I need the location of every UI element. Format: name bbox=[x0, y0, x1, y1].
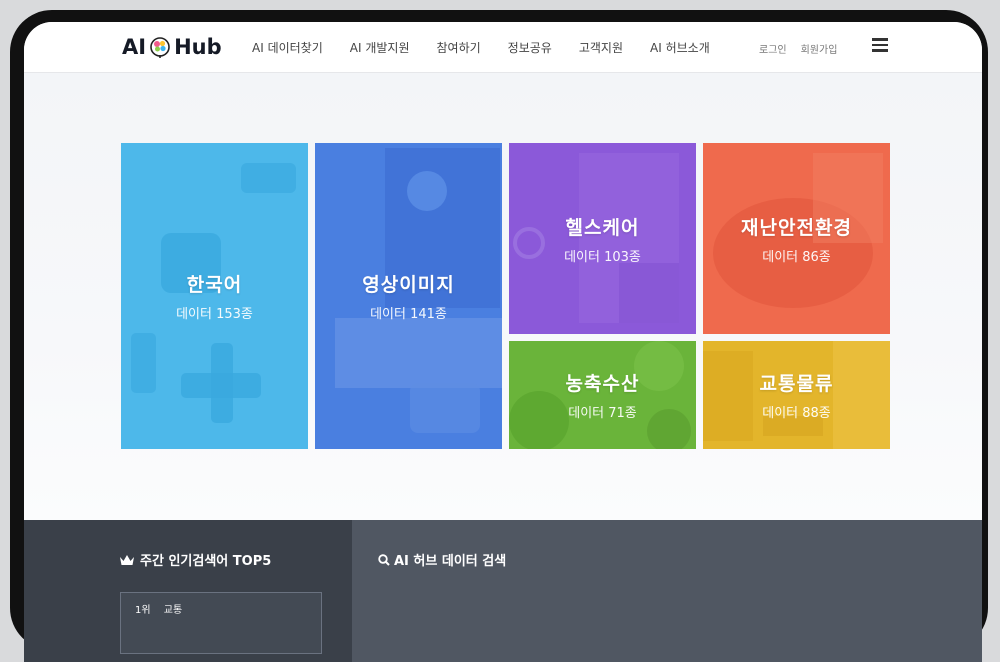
category-count: 데이터 141종 bbox=[370, 307, 447, 322]
category-title: 농축수산 bbox=[565, 373, 640, 395]
hamburger-menu-icon[interactable] bbox=[872, 38, 888, 52]
rank-number: 1위 bbox=[135, 605, 151, 616]
data-search-title: AI 허브 데이터 검색 bbox=[394, 554, 507, 569]
nav-item-about[interactable]: AI 허브소개 bbox=[650, 39, 710, 56]
nav-item-dev-support[interactable]: AI 개발지원 bbox=[350, 39, 410, 56]
category-title: 교통물류 bbox=[759, 373, 834, 395]
category-title: 영상이미지 bbox=[362, 274, 455, 296]
data-search-heading: AI 허브 데이터 검색 bbox=[378, 550, 506, 569]
category-title: 한국어 bbox=[186, 274, 243, 296]
category-hero: 한국어 데이터 153종 영상이미지 데이터 141종 헬스케어 데이터 103… bbox=[24, 73, 982, 520]
category-count: 데이터 103종 bbox=[564, 249, 641, 265]
search-icon bbox=[378, 553, 390, 566]
logo-text-hub: Hub bbox=[174, 35, 222, 59]
category-title: 헬스케어 bbox=[565, 216, 640, 239]
category-count: 데이터 153종 bbox=[176, 307, 253, 322]
category-tile-disaster-safety[interactable]: 재난안전환경 데이터 86종 bbox=[703, 143, 890, 334]
popular-search-title: 주간 인기검색어 TOP5 bbox=[140, 554, 272, 569]
signup-link[interactable]: 회원가입 bbox=[801, 41, 838, 56]
rank-term: 교통 bbox=[163, 605, 183, 616]
popular-search-heading: 주간 인기검색어 TOP5 bbox=[120, 550, 271, 569]
list-item[interactable]: 1위 교통 bbox=[135, 601, 182, 616]
crown-icon bbox=[120, 554, 134, 565]
category-count: 데이터 86종 bbox=[762, 249, 831, 265]
category-tile-traffic-logistics[interactable]: 교통물류 데이터 88종 bbox=[703, 341, 890, 449]
utility-links: 로그인 회원가입 bbox=[759, 41, 851, 56]
nav-item-data-search[interactable]: AI 데이터찾기 bbox=[252, 39, 323, 56]
brain-logo-icon bbox=[149, 36, 171, 58]
main-nav: AI 데이터찾기 AI 개발지원 참여하기 정보공유 고객지원 AI 허브소개 bbox=[252, 39, 737, 56]
site-logo[interactable]: AI Hub bbox=[122, 34, 222, 60]
nav-item-info-share[interactable]: 정보공유 bbox=[508, 39, 552, 56]
data-search-panel: AI 허브 데이터 검색 bbox=[352, 520, 982, 662]
category-tile-agriculture[interactable]: 농축수산 데이터 71종 bbox=[509, 341, 696, 449]
category-tile-korean[interactable]: 한국어 데이터 153종 bbox=[121, 143, 308, 449]
category-count: 데이터 71종 bbox=[568, 406, 637, 421]
category-title: 재난안전환경 bbox=[741, 216, 852, 239]
popular-search-panel: 주간 인기검색어 TOP5 1위 교통 bbox=[24, 520, 352, 662]
browser-screen: AI Hub AI 데이터찾기 AI 개발지원 참여하기 정보공유 고객지원 A… bbox=[24, 22, 982, 662]
logo-text-ai: AI bbox=[122, 35, 147, 59]
login-link[interactable]: 로그인 bbox=[759, 41, 787, 56]
category-tile-video-image[interactable]: 영상이미지 데이터 141종 bbox=[315, 143, 502, 449]
category-count: 데이터 88종 bbox=[762, 406, 831, 421]
popular-search-list: 1위 교통 bbox=[120, 592, 322, 654]
nav-item-customer-support[interactable]: 고객지원 bbox=[579, 39, 623, 56]
top-header: AI Hub AI 데이터찾기 AI 개발지원 참여하기 정보공유 고객지원 A… bbox=[24, 22, 982, 73]
nav-item-participate[interactable]: 참여하기 bbox=[437, 39, 481, 56]
category-tile-healthcare[interactable]: 헬스케어 데이터 103종 bbox=[509, 143, 696, 334]
